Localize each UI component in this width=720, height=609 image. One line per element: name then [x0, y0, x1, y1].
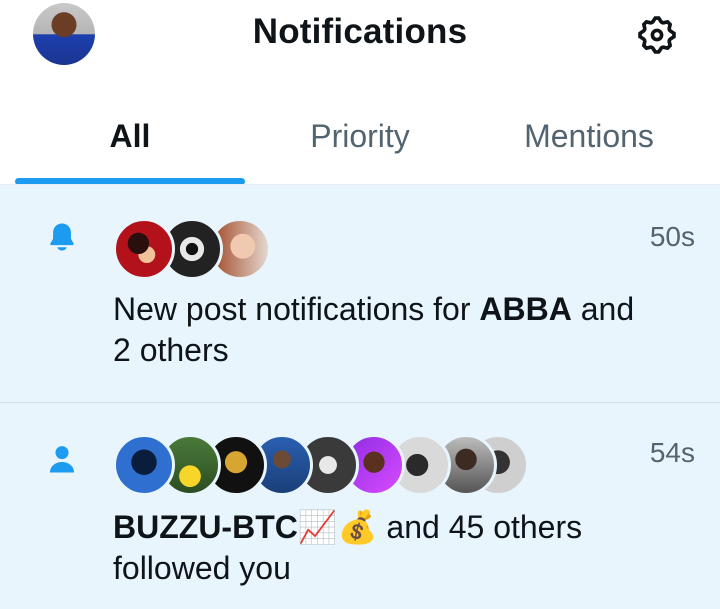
- tab-all[interactable]: All: [10, 118, 250, 155]
- avatar[interactable]: [113, 434, 175, 496]
- page-title: Notifications: [252, 12, 468, 51]
- timestamp: 54s: [649, 437, 695, 468]
- gear-icon[interactable]: [635, 13, 679, 57]
- tab-mentions[interactable]: Mentions: [469, 118, 709, 155]
- notification-text: New post notifications for ABBA and 2 oth…: [113, 291, 635, 368]
- tab-priority[interactable]: Priority: [240, 118, 480, 155]
- account-name[interactable]: BUZZU-BTC📈💰: [113, 509, 378, 545]
- person-icon: [49, 446, 75, 473]
- bell-icon: [50, 223, 74, 251]
- header: Notifications: [0, 0, 720, 70]
- avatar[interactable]: [113, 218, 175, 280]
- notification-item[interactable]: 50s New post notifications for ABBA and 2…: [0, 185, 720, 402]
- notification-item[interactable]: 54s BUZZU-BTC📈💰 and 45 others followed yo…: [0, 403, 720, 609]
- tab-bar: All Priority Mentions: [0, 100, 720, 186]
- timestamp: 50s: [649, 221, 695, 252]
- notification-text: BUZZU-BTC📈💰 and 45 others followed you: [113, 509, 583, 586]
- account-name[interactable]: ABBA: [479, 291, 571, 327]
